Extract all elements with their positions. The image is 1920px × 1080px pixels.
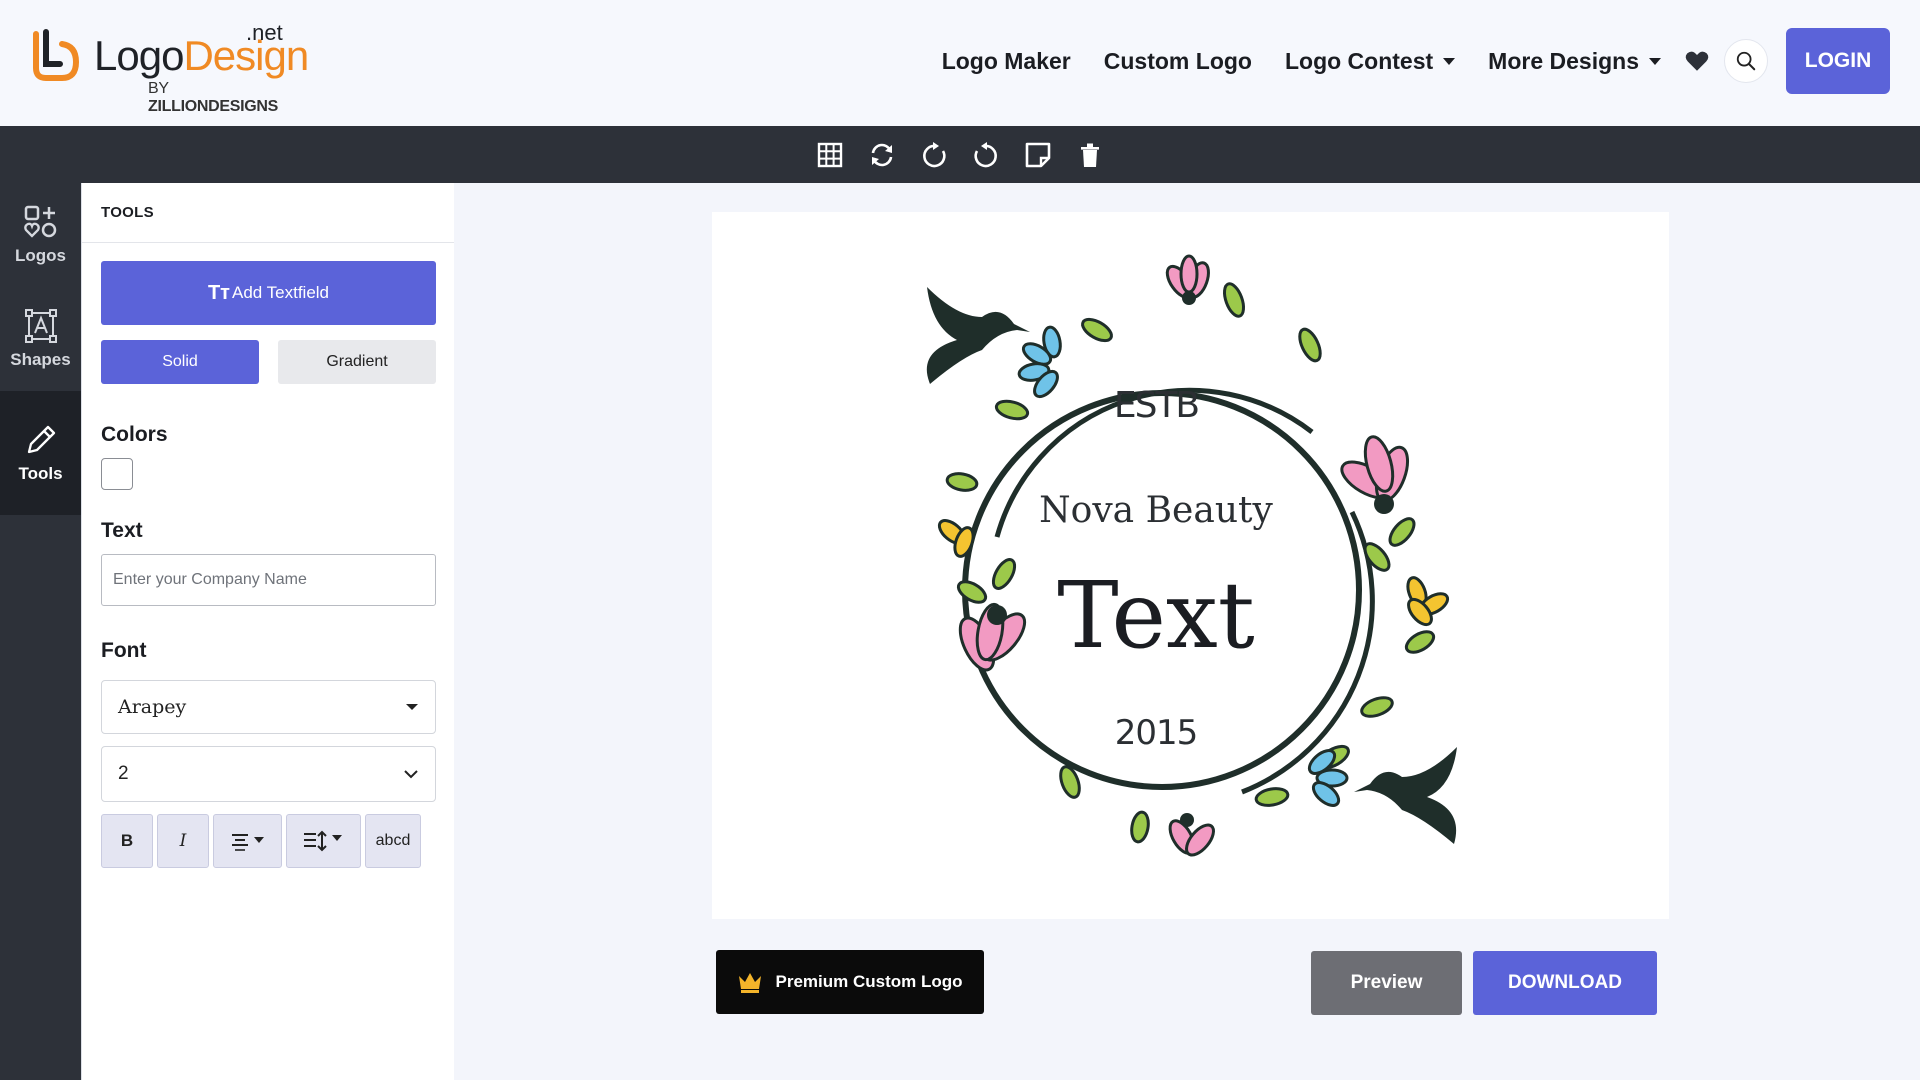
chevron-down-icon xyxy=(1443,57,1456,65)
search-icon xyxy=(1736,51,1756,71)
logo-canvas[interactable]: ESTB Nova Beauty Text 2015 xyxy=(712,212,1669,919)
grid-icon[interactable] xyxy=(814,139,846,171)
bold-button[interactable]: B xyxy=(101,814,153,868)
align-button[interactable] xyxy=(213,814,282,868)
text-case-button[interactable]: abcd xyxy=(365,814,421,868)
logo-year-text: 2015 xyxy=(1115,713,1198,753)
caret-down-icon xyxy=(406,704,418,710)
colors-label: Colors xyxy=(101,423,168,446)
trash-icon[interactable] xyxy=(1074,139,1106,171)
rail-tools[interactable]: Tools xyxy=(0,391,81,515)
logo-estb-text: ESTB xyxy=(1114,385,1199,426)
main-nav: Logo Maker Custom Logo Logo Contest More… xyxy=(942,28,1890,94)
crown-icon xyxy=(739,973,762,993)
logo-artwork: ESTB Nova Beauty Text 2015 xyxy=(926,254,1457,857)
company-name-input[interactable] xyxy=(101,554,436,606)
line-height-button[interactable] xyxy=(286,814,361,868)
nav-logo-contest[interactable]: Logo Contest xyxy=(1285,48,1456,75)
logo-company-text: Nova Beauty xyxy=(1039,490,1273,531)
font-select[interactable]: Arapey xyxy=(101,680,436,734)
nav-custom-logo[interactable]: Custom Logo xyxy=(1104,48,1252,75)
tools-panel: TOOLS Tт Add Textfield Solid Gradient Col… xyxy=(81,183,454,1080)
premium-custom-logo-button[interactable]: Premium Custom Logo xyxy=(716,950,984,1014)
rail-shapes[interactable]: Shapes xyxy=(0,287,81,391)
panel-title: TOOLS xyxy=(82,183,454,243)
solid-button[interactable]: Solid xyxy=(101,340,259,384)
logos-icon xyxy=(23,205,56,238)
search-button[interactable] xyxy=(1724,39,1768,83)
flip-icon[interactable] xyxy=(866,139,898,171)
preview-button[interactable]: Preview xyxy=(1311,951,1462,1015)
editor-toolbar xyxy=(0,126,1920,183)
sticky-note-icon[interactable] xyxy=(1022,139,1054,171)
logo-tld: .net xyxy=(246,20,283,45)
hummingbird-right xyxy=(1354,747,1457,844)
gradient-button[interactable]: Gradient xyxy=(278,340,436,384)
text-icon: Tт xyxy=(207,281,230,304)
site-logo[interactable]: LogoDesign .net BY ZILLIONDESIGNS xyxy=(28,20,309,115)
rotate-right-icon[interactable] xyxy=(918,139,950,171)
logo-main-text: Text xyxy=(1057,562,1255,669)
nav-more-designs[interactable]: More Designs xyxy=(1488,48,1661,75)
side-rail: Logos Shapes Tools xyxy=(0,183,81,1080)
rail-logos[interactable]: Logos xyxy=(0,183,81,287)
font-size-select[interactable]: 2 xyxy=(101,746,436,802)
rotate-left-icon[interactable] xyxy=(970,139,1002,171)
line-height-icon xyxy=(303,830,342,852)
logo-byline: BY ZILLIONDESIGNS xyxy=(148,80,279,115)
heart-icon[interactable] xyxy=(1684,48,1710,74)
italic-button[interactable]: I xyxy=(157,814,209,868)
logo-mark-icon xyxy=(33,29,80,81)
text-label: Text xyxy=(101,519,143,542)
align-center-icon xyxy=(231,834,264,851)
pencil-icon xyxy=(27,425,55,454)
site-header: LogoDesign .net BY ZILLIONDESIGNS Logo M… xyxy=(0,0,1920,126)
color-swatch[interactable] xyxy=(101,458,133,490)
download-button[interactable]: DOWNLOAD xyxy=(1473,951,1657,1015)
chevron-down-icon xyxy=(1649,57,1661,65)
chevron-down-icon xyxy=(404,770,418,779)
nav-logo-maker[interactable]: Logo Maker xyxy=(942,48,1071,75)
add-textfield-button[interactable]: Tт Add Textfield xyxy=(101,261,436,325)
font-label: Font xyxy=(101,639,147,662)
login-button[interactable]: LOGIN xyxy=(1786,28,1890,94)
shapes-icon xyxy=(24,309,57,343)
hummingbird-left xyxy=(926,287,1030,384)
